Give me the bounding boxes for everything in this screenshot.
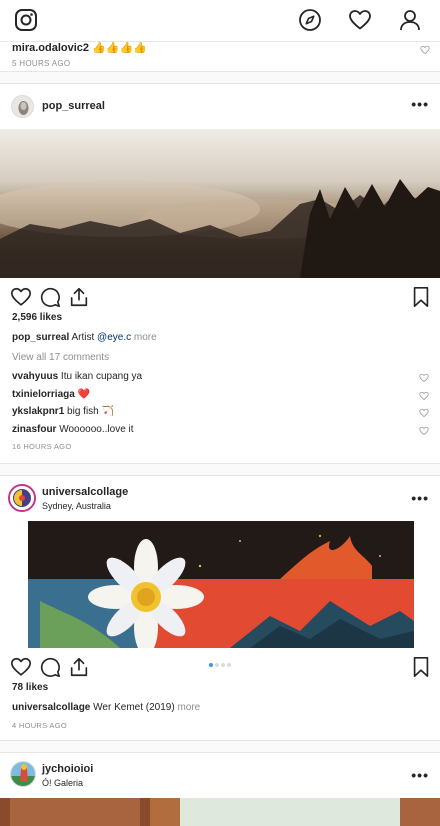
carousel-dot	[215, 663, 219, 667]
post-header: pop_surreal •••	[0, 84, 440, 129]
view-all-comments-link[interactable]: View all 17 comments	[0, 352, 440, 363]
top-bar	[0, 0, 440, 42]
post-image[interactable]	[0, 129, 440, 278]
comment-like-icon[interactable]	[419, 425, 429, 442]
post-card: pop_surreal ••• 2,596 likes pop_surreal …	[0, 83, 440, 464]
carousel-dot	[209, 663, 213, 667]
more-options-icon[interactable]: •••	[411, 767, 429, 783]
caption-text: Artist	[71, 332, 95, 343]
activity-heart-icon[interactable]	[346, 6, 374, 34]
post-image[interactable]	[0, 521, 440, 648]
previous-post-tail: mira.odalovic2 👍👍👍👍 5 HOURS AGO	[0, 42, 440, 72]
comment-username[interactable]: txinielorriaga	[12, 389, 75, 400]
carousel-dot	[221, 663, 225, 667]
post-username[interactable]: universalcollage	[42, 486, 128, 498]
more-options-icon[interactable]: •••	[411, 96, 429, 112]
instagram-logo-icon[interactable]	[12, 6, 40, 34]
carousel-indicator	[0, 654, 440, 672]
comment: mira.odalovic2 👍👍👍👍	[12, 42, 147, 54]
explore-compass-icon[interactable]	[296, 6, 324, 34]
post-location[interactable]: Ó! Galeria	[42, 778, 83, 788]
comment: txinielorriaga ❤️	[0, 386, 440, 404]
caption-text: Wer Kemet (2019)	[93, 702, 175, 713]
comment-username[interactable]: vvahyuus	[12, 371, 58, 382]
caption-mention-link[interactable]: @eye.c	[97, 332, 131, 343]
like-heart-icon[interactable]	[10, 286, 32, 308]
avatar[interactable]	[8, 484, 36, 512]
post-caption: pop_surreal Artist @eye.c more	[0, 332, 440, 343]
comment: vvahyuus Itu ikan cupang ya	[0, 368, 440, 386]
like-count[interactable]: 2,596 likes	[0, 312, 440, 323]
comment-text: 👍👍👍👍	[92, 42, 147, 54]
post-timestamp: 4 HOURS AGO	[12, 721, 67, 730]
caption-more-link[interactable]: more	[177, 702, 200, 713]
caption-username[interactable]: pop_surreal	[12, 332, 69, 343]
post-actions	[0, 278, 440, 312]
like-count[interactable]: 78 likes	[0, 682, 440, 693]
post-username[interactable]: pop_surreal	[42, 100, 105, 112]
post-card: universalcollage Sydney, Australia ••• 7…	[0, 475, 440, 741]
comment-text: Itu ikan cupang ya	[60, 371, 143, 382]
carousel-dot	[227, 663, 231, 667]
caption-more-link[interactable]: more	[134, 332, 157, 343]
post-username[interactable]: jychoioioi	[42, 763, 93, 775]
profile-icon[interactable]	[396, 6, 424, 34]
avatar[interactable]	[11, 95, 34, 118]
share-icon[interactable]	[68, 286, 90, 308]
comment-text: big fish 🏹	[67, 406, 114, 417]
post-caption: universalcollage Wer Kemet (2019) more	[0, 702, 440, 713]
comment-text: ❤️	[77, 388, 91, 400]
post-location[interactable]: Sydney, Australia	[42, 501, 111, 511]
post-header: jychoioioi Ó! Galeria •••	[0, 753, 440, 798]
caption-username[interactable]: universalcollage	[12, 702, 90, 713]
save-bookmark-icon[interactable]	[410, 286, 432, 308]
post-timestamp: 5 HOURS AGO	[12, 59, 71, 68]
feed: mira.odalovic2 👍👍👍👍 5 HOURS AGO pop_surr…	[0, 42, 440, 826]
comment: zinasfour Woooooo..love it	[0, 421, 440, 439]
more-options-icon[interactable]: •••	[411, 490, 429, 506]
comment-text: Woooooo..love it	[59, 423, 134, 435]
post-actions	[0, 648, 440, 682]
post-image[interactable]	[0, 798, 440, 826]
comment: ykslakpnr1 big fish 🏹	[0, 403, 440, 421]
comment-username[interactable]: mira.odalovic2	[12, 42, 89, 54]
comment-like-icon[interactable]	[420, 42, 430, 60]
save-bookmark-icon[interactable]	[410, 656, 432, 678]
comment-bubble-icon[interactable]	[39, 286, 61, 308]
comment-username[interactable]: ykslakpnr1	[12, 406, 64, 417]
post-header: universalcollage Sydney, Australia •••	[0, 476, 440, 521]
post-timestamp: 16 HOURS AGO	[12, 442, 72, 451]
comment-username[interactable]: zinasfour	[12, 424, 56, 435]
post-card: jychoioioi Ó! Galeria •••	[0, 752, 440, 826]
avatar[interactable]	[10, 761, 36, 787]
